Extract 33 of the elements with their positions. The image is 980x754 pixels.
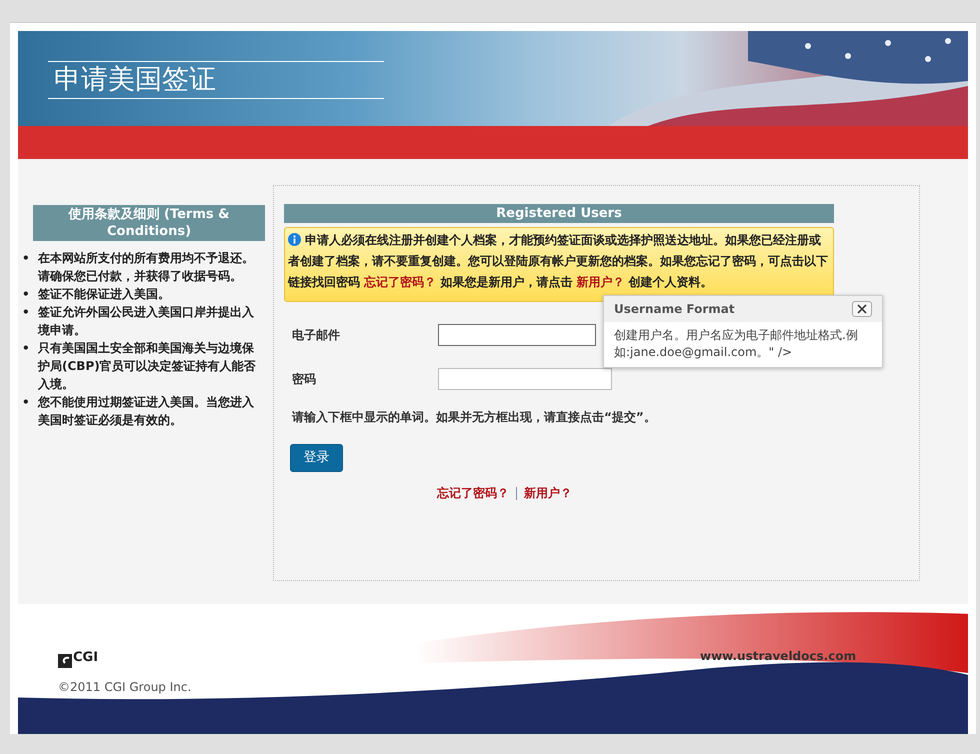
popover-title: Username Format (614, 301, 735, 318)
terms-item: 签证不能保证进入美国。 (38, 286, 171, 303)
input-field[interactable] (438, 324, 596, 346)
login-button[interactable]: 登录 (290, 444, 343, 472)
close-icon (857, 304, 867, 314)
notice-link[interactable]: 忘记了密码？ (364, 275, 436, 289)
footer-link[interactable]: 忘记了密码？ (437, 484, 509, 502)
logo-icon (58, 654, 72, 668)
logo-text: CGI (73, 649, 98, 667)
panel-heading: Registered Users (284, 204, 834, 223)
captcha-hint: 请输入下框中显示的单词。如果并无方框出现，请直接点击“提交”。 (292, 409, 657, 426)
terms-heading: 使用条款及细则 (Terms & Conditions) (33, 205, 265, 241)
terms-item: 在本网站所支付的所有费用均不予退还。请确保您已付款，并获得了收据号码。 (38, 250, 255, 285)
list-bullet: • (22, 340, 30, 357)
notice-message: 申请人必须在线注册并创建个人档案，才能预约签证面谈或选择护照送达地址。如果您已经注册或者创建了档案，请不要重复创建。您可以登陆原有帐户更新您的档案。如果您忘记了密码，可点击以下链接找回密码 忘记了密码？ 如果您是新用户，请点击 新用户？ 创建个人资料。 (284, 227, 834, 302)
field-label: 电子邮件 (292, 327, 341, 344)
site-title: 申请美国签证 (48, 61, 384, 99)
popover-text: 创建用户名。用户名应为电子邮件地址格式.例如:jane.doe@gmail.com。" /> (613, 327, 859, 361)
list-bullet: • (22, 250, 30, 267)
terms-item: 您不能使用过期签证进入美国。当您进入美国时签证必须是有效的。 (38, 394, 255, 429)
info-icon (288, 233, 301, 246)
list-bullet: • (22, 394, 30, 411)
input-field[interactable] (438, 368, 612, 390)
terms-item: 只有美国国土安全部和美国海关与边境保护局(CBP)官员可以决定签证持有人能否入境。 (38, 340, 257, 393)
list-bullet: • (22, 304, 30, 321)
copyright-text: ©2011 CGI Group Inc. (58, 678, 192, 696)
website-url: www.ustraveldocs.com (700, 648, 856, 665)
footer-link[interactable]: 新用户？ (524, 484, 572, 502)
notice-link[interactable]: 新用户？ (576, 275, 625, 289)
terms-item: 签证允许外国公民进入美国口岸并提出入境申请。 (38, 304, 255, 339)
close-button[interactable] (852, 301, 872, 317)
field-label: 密码 (292, 371, 317, 388)
list-bullet: • (22, 286, 30, 303)
